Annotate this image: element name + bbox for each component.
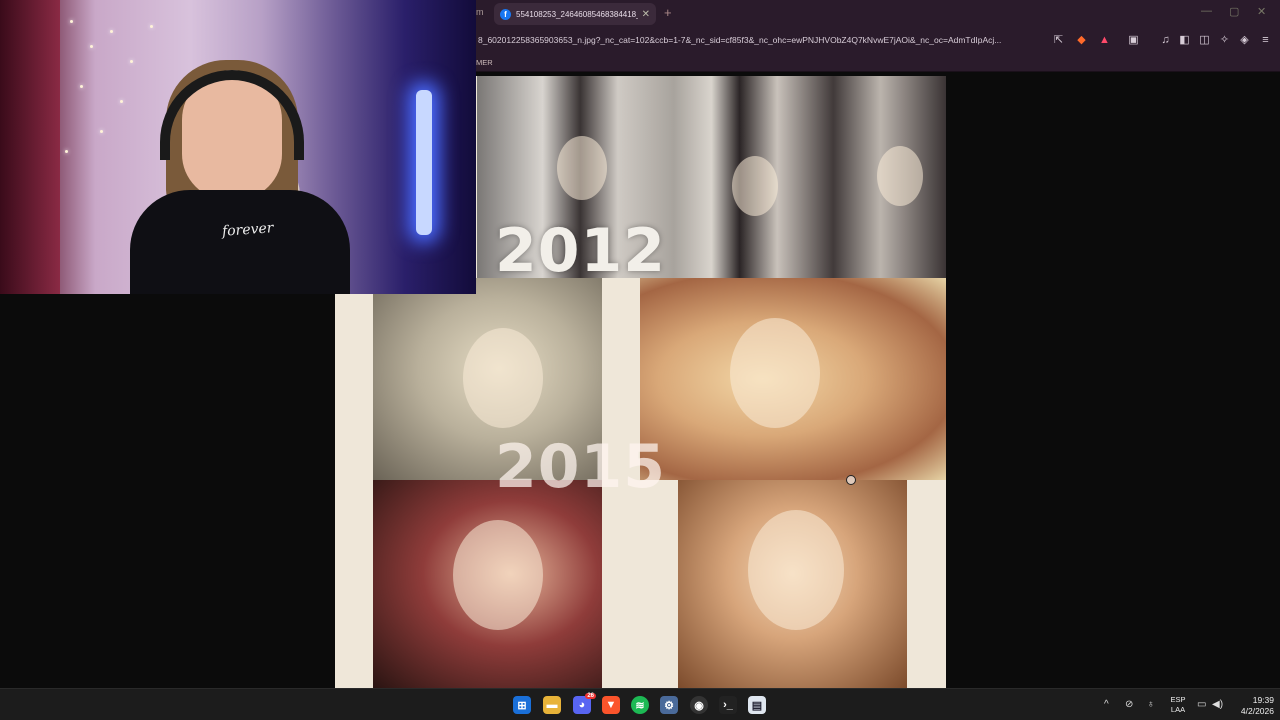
tab-title: 554108253_24646085468384418_6 xyxy=(516,9,638,19)
notification-badge: 26 xyxy=(585,693,596,699)
browser-tab-bar: m f 554108253_24646085468384418_6 ✕ + — … xyxy=(470,0,1280,28)
settings-icon[interactable]: ⚙ xyxy=(660,696,678,714)
torso xyxy=(130,190,350,294)
tab-close-icon[interactable]: ✕ xyxy=(642,9,650,20)
fairy-light xyxy=(65,150,68,153)
language-indicator[interactable]: ESP LAA xyxy=(1168,695,1188,715)
discord-icon[interactable]: ◕ 26 xyxy=(573,693,596,714)
media-icon[interactable]: ♫ xyxy=(1159,34,1172,47)
photo-2015-topright xyxy=(640,278,946,480)
bookmark-item[interactable]: MER xyxy=(476,58,493,67)
photo-2015-bottomleft xyxy=(373,480,602,688)
clock[interactable]: 19:39 4/2/2026 xyxy=(1228,695,1274,717)
date: 4/2/2026 xyxy=(1240,706,1274,716)
previous-tab-fragment[interactable]: m xyxy=(476,7,484,17)
time: 19:39 xyxy=(1252,695,1274,705)
brave-rewards-icon[interactable]: ▲ xyxy=(1098,34,1111,47)
keyboard-layout: LAA xyxy=(1170,705,1186,714)
leo-ai-icon[interactable]: ✧ xyxy=(1218,34,1231,47)
menu-icon[interactable]: ≡ xyxy=(1259,34,1272,47)
taskbar: ⊞ ▬ ◕ 26 ▼ ≋ ⚙ ◉ ›_ ▤ ^ ⊘ ♁ ESP LAA ▭ ◀) … xyxy=(0,688,1280,720)
brave-shields-icon[interactable]: ◆ xyxy=(1075,34,1088,47)
file-explorer-icon[interactable]: ▬ xyxy=(543,696,561,714)
obs-icon[interactable]: ◉ xyxy=(690,696,708,714)
wallet-icon[interactable]: ▣ xyxy=(1127,34,1140,47)
terminal-icon[interactable]: ›_ xyxy=(719,696,737,714)
fairy-light xyxy=(70,20,73,23)
face-blur xyxy=(557,136,607,200)
url-field[interactable]: 8_602012258365903653_n.jpg?_nc_cat=102&c… xyxy=(478,35,1042,45)
network-icon[interactable]: ▭ xyxy=(1197,699,1206,710)
tray-overflow-chevron-icon[interactable]: ^ xyxy=(1104,699,1109,710)
face-blur xyxy=(463,328,543,428)
new-tab-button[interactable]: + xyxy=(664,5,672,20)
wallet-panel-icon[interactable]: ◫ xyxy=(1198,34,1211,47)
year-2015-label: 2015 xyxy=(495,432,666,502)
bookmarks-bar: MER xyxy=(470,54,1280,72)
vpn-icon[interactable]: ◈ xyxy=(1238,34,1251,47)
face-blur xyxy=(877,146,923,206)
start-icon[interactable]: ⊞ xyxy=(513,696,531,714)
neon-lamp xyxy=(416,90,432,235)
screen: m f 554108253_24646085468384418_6 ✕ + — … xyxy=(0,0,1280,720)
active-tab[interactable]: f 554108253_24646085468384418_6 ✕ xyxy=(494,3,656,25)
microphone-icon[interactable]: ♁ xyxy=(1147,699,1155,710)
close-window-button[interactable]: ✕ xyxy=(1257,5,1266,18)
streamer: forever xyxy=(130,60,350,294)
share-icon[interactable]: ⇱ xyxy=(1052,34,1065,47)
language-code: ESP xyxy=(1170,695,1186,704)
address-bar: 8_602012258365903653_n.jpg?_nc_cat=102&c… xyxy=(470,28,1280,54)
webcam-overlay: forever xyxy=(0,0,476,294)
fairy-light xyxy=(90,45,93,48)
maximize-button[interactable]: ▢ xyxy=(1229,5,1239,18)
year-2012-label: 2012 xyxy=(495,216,666,286)
face-blur xyxy=(730,318,820,428)
fairy-light xyxy=(100,130,103,133)
face-blur xyxy=(748,510,844,630)
minimize-button[interactable]: — xyxy=(1201,5,1212,17)
face-blur xyxy=(453,520,543,630)
fairy-light xyxy=(80,85,83,88)
fairy-light xyxy=(120,100,123,103)
fairy-light xyxy=(110,30,113,33)
volume-icon[interactable]: ◀) xyxy=(1212,699,1223,710)
facebook-icon: f xyxy=(500,8,511,20)
mouse-cursor xyxy=(846,475,856,485)
sidebar-icon[interactable]: ◧ xyxy=(1178,34,1191,47)
curtain xyxy=(0,0,60,294)
camera-off-icon[interactable]: ⊘ xyxy=(1125,699,1133,710)
face-blur xyxy=(732,156,778,216)
app-window-icon[interactable]: ▤ xyxy=(748,696,766,714)
spotify-icon[interactable]: ≋ xyxy=(631,696,649,714)
photo-2015-bottomright xyxy=(678,480,907,688)
brave-browser-icon[interactable]: ▼ xyxy=(602,696,620,714)
fairy-light xyxy=(150,25,153,28)
